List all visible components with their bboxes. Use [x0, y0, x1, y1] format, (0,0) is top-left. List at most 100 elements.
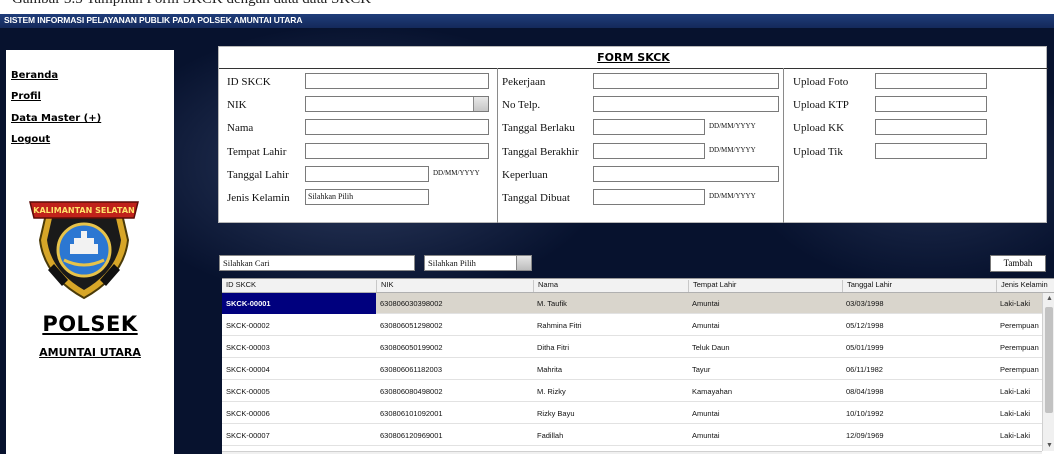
- table-cell[interactable]: 05/12/1998: [842, 321, 996, 330]
- tanggal-berakhir-hint: DD/MM/YYYY: [709, 146, 756, 154]
- table-cell[interactable]: Amuntai: [688, 321, 842, 330]
- table-cell[interactable]: 03/03/1998: [842, 299, 996, 308]
- vertical-scroll-thumb[interactable]: [1045, 307, 1053, 413]
- table-cell[interactable]: M. Rizky: [533, 387, 688, 396]
- nik-dropdown-button[interactable]: [473, 97, 488, 111]
- nik-combo[interactable]: [305, 96, 489, 112]
- scroll-up-icon[interactable]: ▲: [1046, 294, 1053, 302]
- id-skck-input[interactable]: [305, 73, 489, 89]
- label-nik: NIK: [227, 99, 247, 111]
- document-caption: Gambar 3.5 Tampilan Form SKCK dengan dat…: [0, 0, 1054, 14]
- table-row[interactable]: SKCK-00002 630806051298002 Rahmina Fitri Am…: [222, 315, 1042, 336]
- table-cell[interactable]: SKCK-00005: [222, 387, 376, 396]
- tempat-lahir-input[interactable]: [305, 143, 489, 159]
- table-cell[interactable]: 630806101092001: [376, 409, 533, 418]
- table-cell[interactable]: Tayur: [688, 365, 842, 374]
- table-row[interactable]: SKCK-00004 630806061182003 Mahrita Tayur 06/…: [222, 359, 1042, 380]
- table-cell[interactable]: Laki-Laki: [996, 299, 1042, 308]
- tanggal-berlaku-input[interactable]: [593, 119, 705, 135]
- table-cell[interactable]: 05/01/1999: [842, 343, 996, 352]
- logo-ribbon-text: KALIMANTAN SELATAN: [33, 206, 134, 215]
- table-cell[interactable]: 630806080498002: [376, 387, 533, 396]
- column-header[interactable]: Nama: [533, 280, 688, 292]
- column-header[interactable]: Tanggal Lahir: [842, 280, 996, 292]
- table-cell[interactable]: Ditha Fitri: [533, 343, 688, 352]
- brand-title: POLSEK: [42, 312, 138, 336]
- tanggal-berakhir-input[interactable]: [593, 143, 705, 159]
- brand-subtitle: AMUNTAI UTARA: [39, 346, 141, 359]
- table-cell[interactable]: SKCK-00003: [222, 343, 376, 352]
- title-bar: SISTEM INFORMASI PELAYANAN PUBLIK PADA P…: [0, 14, 1054, 28]
- table-cell[interactable]: SKCK-00004: [222, 365, 376, 374]
- upload-foto-input[interactable]: [875, 73, 987, 89]
- table-row[interactable]: SKCK-00005 630806080498002 M. Rizky Kamayah…: [222, 381, 1042, 402]
- table-cell[interactable]: 630806030398002: [376, 299, 533, 308]
- table-cell[interactable]: 10/10/1992: [842, 409, 996, 418]
- table-cell[interactable]: SKCK-00006: [222, 409, 376, 418]
- nav-beranda[interactable]: Beranda: [11, 70, 58, 81]
- search-input[interactable]: Silahkan Cari: [219, 255, 415, 271]
- table-cell[interactable]: Rizky Bayu: [533, 409, 688, 418]
- table-cell[interactable]: Perempuan: [996, 343, 1042, 352]
- table-cell[interactable]: 12/09/1969: [842, 431, 996, 440]
- upload-tik-input[interactable]: [875, 143, 987, 159]
- table-cell[interactable]: Laki-Laki: [996, 431, 1042, 440]
- window-title: SISTEM INFORMASI PELAYANAN PUBLIK PADA P…: [4, 15, 303, 25]
- table-row[interactable]: SKCK-00007 630806120969001 Fadillah Amuntai…: [222, 425, 1042, 446]
- nama-input[interactable]: [305, 119, 489, 135]
- label-upload-foto: Upload Foto: [793, 76, 849, 88]
- table-cell[interactable]: Amuntai: [688, 409, 842, 418]
- table-cell[interactable]: Perempuan: [996, 321, 1042, 330]
- column-header[interactable]: NIK: [376, 280, 533, 292]
- table-cell[interactable]: Rahmina Fitri: [533, 321, 688, 330]
- label-upload-kk: Upload KK: [793, 122, 845, 134]
- table-cell[interactable]: Laki-Laki: [996, 409, 1042, 418]
- tambah-button[interactable]: Tambah: [990, 255, 1046, 272]
- label-tanggal-berlaku: Tanggal Berlaku: [502, 122, 575, 134]
- table-cell[interactable]: Amuntai: [688, 299, 842, 308]
- scroll-down-icon[interactable]: ▼: [1046, 441, 1053, 449]
- jenis-kelamin-select[interactable]: Silahkan Pilih: [305, 189, 429, 205]
- skck-data-grid[interactable]: ID SKCK NIK Nama Tempat Lahir Tanggal La…: [222, 278, 1054, 454]
- upload-ktp-input[interactable]: [875, 96, 987, 112]
- table-cell[interactable]: Amuntai: [688, 431, 842, 440]
- label-upload-ktp: Upload KTP: [793, 99, 849, 111]
- table-cell[interactable]: Teluk Daun: [688, 343, 842, 352]
- table-cell[interactable]: Laki-Laki: [996, 387, 1042, 396]
- label-nama: Nama: [227, 122, 254, 134]
- tanggal-lahir-input[interactable]: [305, 166, 429, 182]
- table-cell[interactable]: SKCK-00007: [222, 431, 376, 440]
- keperluan-input[interactable]: [593, 166, 779, 182]
- filter-dropdown-button[interactable]: [516, 256, 531, 270]
- nav-profil[interactable]: Profil: [11, 91, 41, 102]
- table-cell[interactable]: Perempuan: [996, 365, 1042, 374]
- table-cell[interactable]: 630806051298002: [376, 321, 533, 330]
- table-cell[interactable]: SKCK-00002: [222, 321, 376, 330]
- table-cell[interactable]: Mahrita: [533, 365, 688, 374]
- table-cell[interactable]: 630806120969001: [376, 431, 533, 440]
- column-header[interactable]: Jenis Kelamin: [996, 280, 1054, 292]
- polsek-logo: KALIMANTAN SELATAN: [29, 201, 139, 300]
- table-cell[interactable]: Kamayahan: [688, 387, 842, 396]
- table-row[interactable]: SKCK-00001 630806030398002 M. Taufik Amunta…: [222, 293, 1042, 314]
- table-cell[interactable]: 630806061182003: [376, 365, 533, 374]
- column-header[interactable]: ID SKCK: [222, 280, 376, 292]
- table-cell[interactable]: 630806050199002: [376, 343, 533, 352]
- table-cell[interactable]: SKCK-00001: [222, 293, 376, 314]
- column-header[interactable]: Tempat Lahir: [688, 280, 842, 292]
- table-cell[interactable]: 06/11/1982: [842, 365, 996, 374]
- vertical-scrollbar[interactable]: ▲ ▼: [1042, 293, 1054, 451]
- pekerjaan-input[interactable]: [593, 73, 779, 89]
- filter-select[interactable]: Silahkan Pilih: [424, 255, 532, 271]
- no-telp-input[interactable]: [593, 96, 779, 112]
- upload-kk-input[interactable]: [875, 119, 987, 135]
- table-cell[interactable]: M. Taufik: [533, 299, 688, 308]
- table-cell[interactable]: 08/04/1998: [842, 387, 996, 396]
- table-row[interactable]: SKCK-00003 630806050199002 Ditha Fitri Telu…: [222, 337, 1042, 358]
- table-row[interactable]: SKCK-00006 630806101092001 Rizky Bayu Amunt…: [222, 403, 1042, 424]
- tanggal-dibuat-input[interactable]: [593, 189, 705, 205]
- label-tanggal-berakhir: Tanggal Berakhir: [502, 146, 579, 158]
- table-cell[interactable]: Fadillah: [533, 431, 688, 440]
- nav-data-master[interactable]: Data Master (+): [11, 113, 101, 124]
- nav-logout[interactable]: Logout: [11, 134, 50, 145]
